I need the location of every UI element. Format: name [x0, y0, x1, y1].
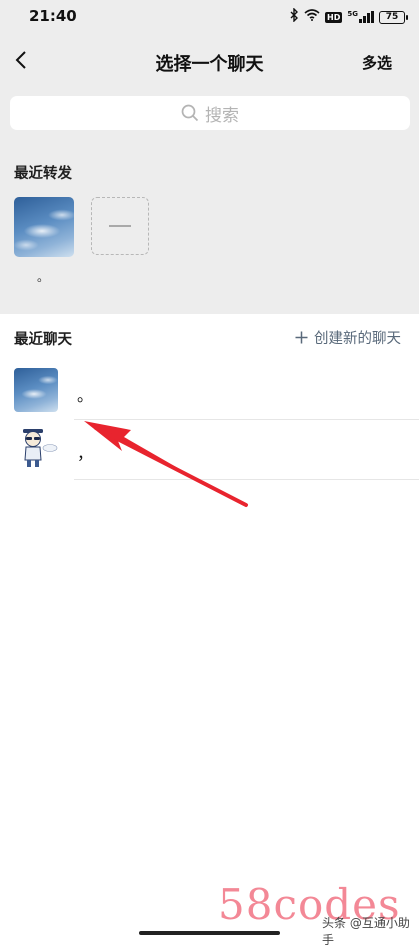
recent-forward-label: 最近转发: [14, 166, 72, 182]
avatar: [14, 426, 58, 470]
hd-badge: HD: [325, 11, 343, 23]
home-indicator[interactable]: [139, 931, 280, 935]
multi-select-button[interactable]: 多选: [362, 52, 392, 73]
search-icon: [181, 104, 199, 122]
wifi-icon: [304, 9, 320, 25]
chat-row[interactable]: 。: [0, 360, 419, 420]
divider: [74, 479, 419, 480]
recent-forward-empty-slot[interactable]: [91, 197, 149, 255]
chat-name: ，: [77, 444, 94, 463]
status-bar: 21:40 HD 5G 75: [0, 0, 419, 32]
status-time: 21:40: [29, 7, 77, 25]
search-input[interactable]: 搜索: [10, 96, 410, 130]
create-new-chat-label: 创建新的聊天: [314, 331, 401, 347]
plus-icon: [295, 331, 308, 344]
chat-row[interactable]: ，: [0, 420, 419, 480]
search-placeholder: 搜索: [205, 105, 239, 126]
create-new-chat-button[interactable]: 创建新的聊天: [295, 327, 401, 348]
status-icons: HD 5G 75: [289, 7, 408, 26]
battery-icon: 75: [379, 10, 408, 24]
page-title: 选择一个聊天: [155, 54, 264, 75]
network-type: 5G: [347, 10, 358, 18]
signal-icon: 5G: [347, 11, 374, 23]
chat-name: 。: [77, 386, 94, 405]
recent-forward-caption: 。: [37, 270, 50, 284]
back-button[interactable]: [10, 48, 32, 72]
bluetooth-icon: [289, 7, 299, 26]
recent-forward-avatar[interactable]: [14, 197, 74, 257]
nav-bar: 选择一个聊天 多选: [0, 40, 419, 84]
avatar: [14, 368, 58, 412]
watermark-text: 头条 @互通小助手: [322, 916, 410, 947]
back-chevron-icon: [15, 51, 26, 69]
recent-chats-label: 最近聊天: [14, 332, 72, 348]
